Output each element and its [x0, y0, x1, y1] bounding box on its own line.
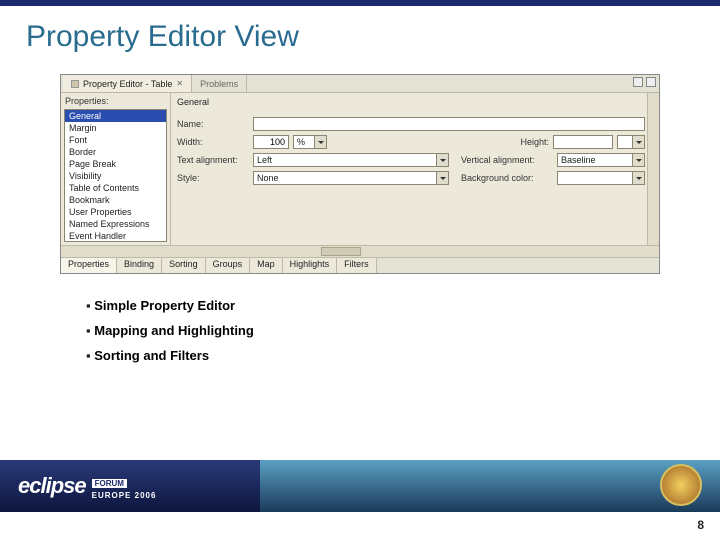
- list-item[interactable]: Bookmark: [65, 194, 166, 206]
- text-align-label: Text alignment:: [177, 155, 249, 165]
- chevron-down-icon[interactable]: [436, 172, 448, 184]
- europe-label: EUROPE 2006: [92, 491, 157, 500]
- width-unit-combo[interactable]: %: [293, 135, 327, 149]
- properties-list[interactable]: General Margin Font Border Page Break Vi…: [64, 109, 167, 242]
- bottom-tabstrip: Properties Binding Sorting Groups Map Hi…: [61, 257, 659, 273]
- text-align-combo[interactable]: Left: [253, 153, 449, 167]
- combo-value: Baseline: [558, 155, 632, 165]
- name-row: Name:: [177, 117, 645, 131]
- tab-property-editor[interactable]: Property Editor - Table ✕: [63, 75, 192, 92]
- list-item[interactable]: User Properties: [65, 206, 166, 218]
- name-input[interactable]: [253, 117, 645, 131]
- list-item[interactable]: Page Break: [65, 158, 166, 170]
- height-unit-combo[interactable]: [617, 135, 645, 149]
- style-bg-row: Style: None Background color:: [177, 171, 645, 185]
- footer-right: [260, 460, 720, 512]
- bullet-list: Simple Property Editor Mapping and Highl…: [86, 298, 720, 363]
- list-item[interactable]: Visibility: [65, 170, 166, 182]
- bg-color-combo[interactable]: [557, 171, 645, 185]
- chevron-down-icon[interactable]: [436, 154, 448, 166]
- alignment-row: Text alignment: Left Vertical alignment:…: [177, 153, 645, 167]
- properties-header: Properties:: [61, 93, 170, 109]
- chevron-down-icon[interactable]: [632, 172, 644, 184]
- tab-binding[interactable]: Binding: [117, 258, 162, 273]
- forum-badge: FORUM EUROPE 2006: [92, 473, 157, 500]
- height-input[interactable]: [553, 135, 613, 149]
- combo-value: None: [254, 173, 436, 183]
- eclipse-logo: eclipse: [18, 473, 86, 499]
- tab-label: Property Editor - Table: [83, 79, 172, 89]
- name-label: Name:: [177, 119, 249, 129]
- editor-body: Properties: General Margin Font Border P…: [61, 93, 659, 245]
- tab-problems[interactable]: Problems: [192, 75, 247, 92]
- tab-label: Problems: [200, 79, 238, 89]
- list-item[interactable]: General: [65, 110, 166, 122]
- chevron-down-icon[interactable]: [632, 154, 644, 166]
- combo-value: %: [294, 137, 314, 147]
- list-item[interactable]: Named Expressions: [65, 218, 166, 230]
- bullet-item: Simple Property Editor: [86, 298, 720, 313]
- close-icon[interactable]: ✕: [176, 79, 183, 88]
- page-number: 8: [697, 518, 704, 532]
- tab-highlights[interactable]: Highlights: [283, 258, 338, 273]
- width-input[interactable]: [253, 135, 289, 149]
- bullet-item: Mapping and Highlighting: [86, 323, 720, 338]
- tab-groups[interactable]: Groups: [206, 258, 251, 273]
- maximize-icon[interactable]: [646, 77, 656, 87]
- list-item[interactable]: Margin: [65, 122, 166, 134]
- tab-sorting[interactable]: Sorting: [162, 258, 206, 273]
- forum-label: FORUM: [92, 479, 127, 488]
- bg-color-label: Background color:: [461, 173, 553, 183]
- property-editor-screenshot: Property Editor - Table ✕ Problems Prope…: [60, 74, 660, 274]
- vert-align-label: Vertical alignment:: [461, 155, 553, 165]
- footer-left: eclipse FORUM EUROPE 2006: [0, 460, 260, 512]
- table-icon: [71, 80, 79, 88]
- height-label: Height:: [520, 137, 549, 147]
- list-item[interactable]: Table of Contents: [65, 182, 166, 194]
- list-item[interactable]: Font: [65, 134, 166, 146]
- conference-badge-icon: [660, 464, 702, 506]
- minimize-icon[interactable]: [633, 77, 643, 87]
- properties-panel: Properties: General Margin Font Border P…: [61, 93, 171, 245]
- chevron-down-icon[interactable]: [314, 136, 326, 148]
- slide-footer: eclipse FORUM EUROPE 2006: [0, 460, 720, 512]
- vert-align-combo[interactable]: Baseline: [557, 153, 645, 167]
- list-item[interactable]: Event Handler: [65, 230, 166, 242]
- bullet-item: Sorting and Filters: [86, 348, 720, 363]
- tab-filters[interactable]: Filters: [337, 258, 377, 273]
- list-item[interactable]: Border: [65, 146, 166, 158]
- combo-value: Left: [254, 155, 436, 165]
- chevron-down-icon[interactable]: [632, 136, 644, 148]
- property-form: General Name: Width: % Height:: [171, 93, 659, 245]
- form-section-header: General: [177, 95, 645, 113]
- style-combo[interactable]: None: [253, 171, 449, 185]
- scrollbar-thumb[interactable]: [321, 247, 361, 256]
- view-tabstrip: Property Editor - Table ✕ Problems: [61, 75, 659, 93]
- style-label: Style:: [177, 173, 249, 183]
- width-height-row: Width: % Height:: [177, 135, 645, 149]
- tab-map[interactable]: Map: [250, 258, 283, 273]
- slide-title: Property Editor View: [0, 6, 720, 64]
- view-window-controls: [633, 77, 656, 87]
- horizontal-scrollbar[interactable]: [61, 245, 659, 257]
- slide: Property Editor View Property Editor - T…: [0, 0, 720, 540]
- tab-properties[interactable]: Properties: [61, 258, 117, 273]
- width-label: Width:: [177, 137, 249, 147]
- vertical-scrollbar[interactable]: [647, 93, 659, 245]
